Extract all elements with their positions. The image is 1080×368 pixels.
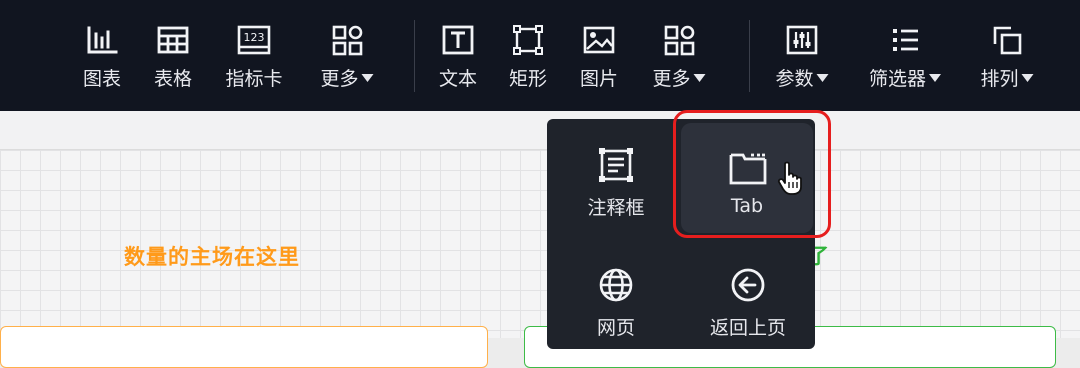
dropdown-item-annotation-label: 注释框: [587, 197, 645, 219]
canvas-box-orange[interactable]: [0, 326, 488, 368]
toolbar-more-button-1[interactable]: 更多: [310, 0, 384, 111]
toolbar-filter-label: 筛选器: [868, 68, 927, 90]
grid-more-icon: [332, 25, 363, 56]
filter-list-icon: [893, 29, 918, 51]
toolbar-table-button[interactable]: 表格: [143, 0, 203, 111]
toolbar-more-label-2: 更多: [652, 68, 691, 90]
toolbar-filter-button[interactable]: 筛选器: [860, 0, 950, 111]
toolbar-text-label: 文本: [438, 68, 478, 90]
dropdown-item-back[interactable]: 返回上页: [683, 241, 813, 351]
caret-down-icon: [693, 73, 706, 82]
canvas-text-orange[interactable]: 数量的主场在这里: [124, 241, 300, 271]
dropdown-item-annotation[interactable]: 注释框: [551, 121, 681, 231]
toolbar-more-button-2[interactable]: 更多: [642, 0, 716, 111]
toolbar-arrange-button[interactable]: 排列: [972, 0, 1042, 111]
toolbar-table-label: 表格: [153, 68, 193, 90]
rectangle-icon: [513, 25, 543, 55]
toolbar-divider: [414, 20, 415, 92]
indicator-card-icon: 123: [237, 25, 271, 55]
dropdown-item-webpage-label: 网页: [596, 317, 635, 339]
toolbar-image-label: 图片: [579, 68, 619, 90]
parameter-icon: [786, 25, 818, 55]
toolbar-parameter-button[interactable]: 参数: [766, 0, 838, 111]
svg-text:123: 123: [244, 31, 265, 44]
annotation-box-icon: [599, 148, 633, 182]
toolbar-chart-button[interactable]: 图表: [72, 0, 132, 111]
toolbar-more-label-1: 更多: [320, 68, 359, 90]
bar-chart-icon: [87, 26, 118, 54]
toolbar-divider: [749, 20, 750, 92]
toolbar-rectangle-button[interactable]: 矩形: [498, 0, 558, 111]
back-arrow-circle-icon: [731, 268, 765, 302]
toolbar-indicator-card-button[interactable]: 123 指标卡: [218, 0, 290, 111]
caret-down-icon: [1021, 73, 1034, 82]
toolbar-image-button[interactable]: 图片: [569, 0, 629, 111]
top-toolbar: 图表 表格 123 指标卡 更多 文本 矩形 图片 更多 参数 筛选器 排列: [0, 0, 1080, 111]
grid-more-icon: [664, 25, 695, 56]
text-icon: [442, 25, 474, 55]
dropdown-item-webpage[interactable]: 网页: [551, 241, 681, 351]
toolbar-indicator-card-label: 指标卡: [225, 68, 283, 90]
image-icon: [583, 26, 615, 54]
hand-pointer-cursor-icon: [777, 161, 802, 195]
toolbar-parameter-label: 参数: [775, 68, 814, 90]
toolbar-arrange-label: 排列: [980, 68, 1019, 90]
caret-down-icon: [361, 73, 374, 82]
toolbar-chart-label: 图表: [82, 68, 122, 90]
toolbar-text-button[interactable]: 文本: [428, 0, 488, 111]
sub-toolbar: [0, 111, 1080, 150]
caret-down-icon: [929, 73, 942, 82]
toolbar-rectangle-label: 矩形: [508, 68, 548, 90]
table-icon: [157, 26, 189, 54]
dropdown-item-back-label: 返回上页: [709, 317, 786, 339]
globe-icon: [599, 268, 633, 302]
caret-down-icon: [816, 73, 829, 82]
arrange-icon: [993, 26, 1022, 55]
